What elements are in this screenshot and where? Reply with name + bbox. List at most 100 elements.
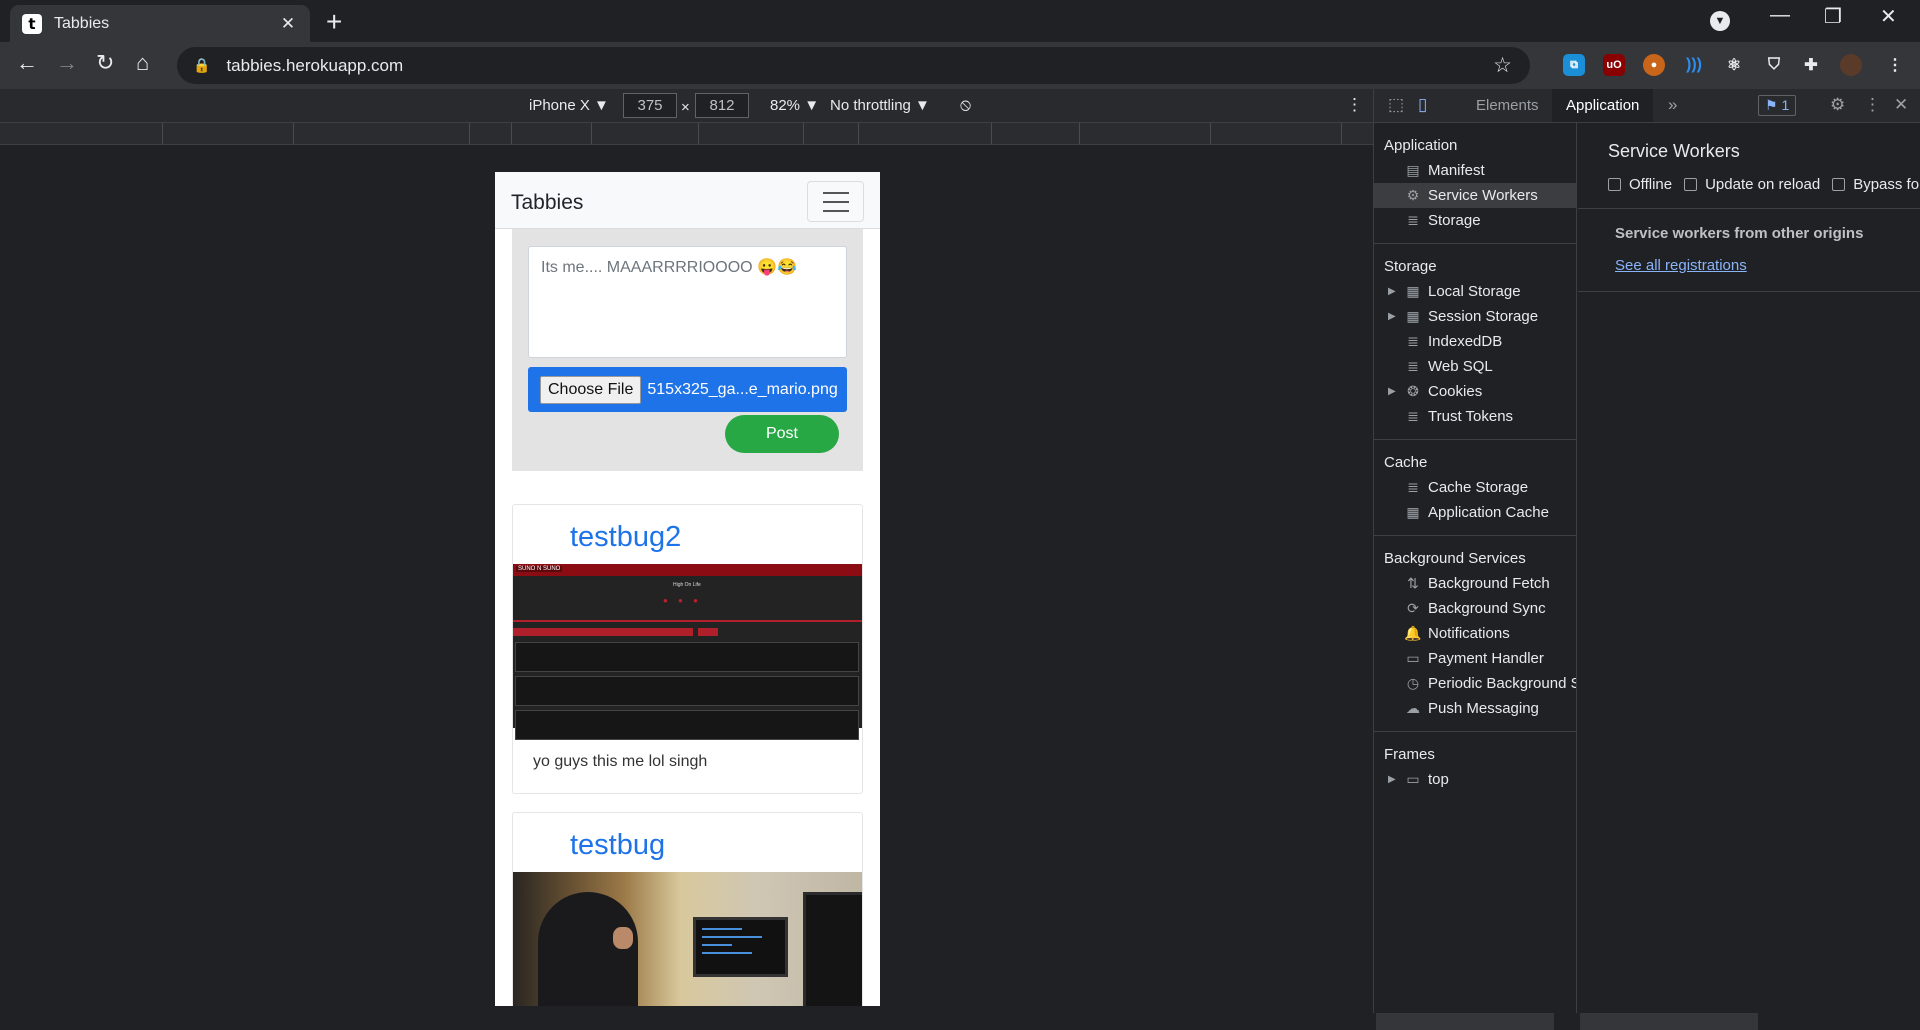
sidebar-item-cookies[interactable]: ▶ ❂ Cookies: [1374, 379, 1576, 404]
media-query-bar[interactable]: [0, 123, 1373, 145]
minimize-icon[interactable]: —: [1770, 4, 1790, 27]
extension-icon[interactable]: ●: [1643, 54, 1665, 76]
update-on-reload-checkbox[interactable]: Update on reload: [1684, 176, 1820, 193]
sidebar-item-service-workers[interactable]: ⚙ Service Workers: [1374, 183, 1576, 208]
more-options-icon[interactable]: ⋮: [1346, 95, 1363, 115]
post-username[interactable]: testbug2: [513, 505, 862, 564]
post-image: SUNO N SUNO High On Life ● ● ●: [513, 564, 862, 740]
application-sidebar: Application ▤ Manifest ⚙ Service Workers ≣…: [1373, 123, 1577, 1013]
post-composer: Its me.... MAAARRRRIOOOO 😛😂 Choose File …: [512, 229, 863, 471]
more-tabs-icon[interactable]: »: [1668, 95, 1677, 115]
panel-title: Service Workers: [1608, 141, 1740, 161]
bell-icon: 🔔: [1404, 625, 1422, 641]
database-icon: ≣: [1407, 333, 1419, 349]
settings-gear-icon[interactable]: ⚙: [1830, 95, 1845, 115]
sidebar-item-trust-tokens[interactable]: ≣ Trust Tokens: [1374, 404, 1576, 429]
tab-elements[interactable]: Elements: [1462, 89, 1553, 122]
reload-icon[interactable]: ↻: [96, 50, 114, 76]
expand-arrow-icon[interactable]: ▶: [1388, 304, 1396, 329]
device-width-input[interactable]: 375: [623, 93, 677, 118]
frame-icon: ▭: [1406, 771, 1420, 787]
device-select[interactable]: iPhone X ▼: [529, 97, 609, 114]
rotate-icon[interactable]: ⦸: [960, 95, 971, 115]
sidebar-item-payment-handler[interactable]: ▭ Payment Handler: [1374, 646, 1576, 671]
hamburger-menu-icon[interactable]: [807, 181, 864, 222]
url-text: tabbies.herokuapp.com: [226, 55, 404, 75]
sidebar-item-periodic-background-sync[interactable]: ◷ Periodic Background S: [1374, 671, 1576, 696]
device-viewport: Tabbies Its me.... MAAARRRRIOOOO 😛😂 Choo…: [495, 172, 880, 1006]
inspect-element-icon[interactable]: ⬚: [1388, 95, 1404, 115]
sidebar-item-background-fetch[interactable]: ⇅ Background Fetch: [1374, 571, 1576, 596]
device-toggle-icon[interactable]: ▯: [1418, 95, 1427, 115]
section-background-services: Background Services: [1384, 550, 1526, 567]
tab-title: Tabbies: [54, 14, 110, 32]
extensions-puzzle-icon[interactable]: ✚: [1800, 54, 1822, 76]
device-height-input[interactable]: 812: [695, 93, 749, 118]
credit-card-icon: ▭: [1406, 650, 1420, 666]
sidebar-item-web-sql[interactable]: ≣ Web SQL: [1374, 354, 1576, 379]
post-textarea[interactable]: Its me.... MAAARRRRIOOOO 😛😂: [528, 246, 847, 358]
close-tab-icon[interactable]: ✕: [278, 14, 298, 34]
browser-menu-icon[interactable]: ⋮: [1884, 54, 1906, 76]
sidebar-item-cache-storage[interactable]: ≣ Cache Storage: [1374, 475, 1576, 500]
issues-counter[interactable]: ⚑ 1: [1758, 95, 1797, 116]
sidebar-item-indexeddb[interactable]: ≣ IndexedDB: [1374, 329, 1576, 354]
selected-file-name: 515x325_ga...e_mario.png: [647, 380, 838, 398]
browser-tab[interactable]: t Tabbies ✕: [10, 5, 310, 42]
offline-checkbox[interactable]: Offline: [1608, 176, 1672, 193]
address-bar[interactable]: 🔒 tabbies.herokuapp.com ☆: [177, 47, 1530, 84]
home-icon[interactable]: ⌂: [136, 50, 149, 76]
image-header-text: SUNO N SUNO: [516, 566, 563, 572]
post-button[interactable]: Post: [725, 415, 839, 453]
sidebar-item-notifications[interactable]: 🔔 Notifications: [1374, 621, 1576, 646]
close-devtools-icon[interactable]: ✕: [1894, 95, 1908, 115]
shield-icon[interactable]: ⛉: [1763, 54, 1785, 76]
sidebar-item-background-sync[interactable]: ⟳ Background Sync: [1374, 596, 1576, 621]
back-icon[interactable]: ←: [16, 50, 38, 76]
section-cache: Cache: [1384, 454, 1428, 471]
table-icon: ▦: [1406, 308, 1420, 324]
sidebar-item-local-storage[interactable]: ▶ ▦ Local Storage: [1374, 279, 1576, 304]
extension-icon[interactable]: ))): [1683, 54, 1705, 76]
section-application: Application: [1384, 137, 1458, 154]
bookmark-star-icon[interactable]: ☆: [1493, 53, 1512, 78]
sidebar-item-application-cache[interactable]: ▦ Application Cache: [1374, 500, 1576, 525]
site-brand[interactable]: Tabbies: [511, 191, 583, 215]
see-all-registrations-link[interactable]: See all registrations: [1615, 257, 1747, 274]
cloud-icon: ☁: [1406, 700, 1420, 716]
fetch-arrows-icon: ⇅: [1407, 575, 1419, 591]
sidebar-item-manifest[interactable]: ▤ Manifest: [1374, 158, 1576, 183]
horizontal-scrollbar[interactable]: [1376, 1013, 1554, 1030]
devtools-menu-icon[interactable]: ⋮: [1864, 95, 1881, 115]
bypass-for-network-checkbox[interactable]: Bypass fo: [1832, 176, 1919, 193]
new-tab-icon[interactable]: +: [326, 6, 342, 38]
database-icon: ≣: [1407, 358, 1419, 374]
profile-avatar[interactable]: [1840, 54, 1862, 76]
throttling-select[interactable]: No throttling ▼: [830, 97, 930, 114]
browser-toolbar: ← → ↻ ⌂ 🔒 tabbies.herokuapp.com ☆ ⧉ uO ●…: [0, 42, 1920, 89]
sidebar-item-push-messaging[interactable]: ☁ Push Messaging: [1374, 696, 1576, 721]
service-workers-panel: Service Workers Offline Update on reload…: [1578, 123, 1920, 1013]
file-input[interactable]: Choose File 515x325_ga...e_mario.png: [528, 367, 847, 412]
database-icon: ≣: [1407, 479, 1419, 495]
sidebar-item-session-storage[interactable]: ▶ ▦ Session Storage: [1374, 304, 1576, 329]
tab-application[interactable]: Application: [1552, 89, 1654, 122]
restore-icon[interactable]: ❐: [1824, 4, 1842, 29]
tab-favicon: t: [22, 13, 42, 34]
expand-arrow-icon[interactable]: ▶: [1388, 279, 1396, 304]
extension-icon[interactable]: ⧉: [1563, 54, 1585, 76]
expand-arrow-icon[interactable]: ▶: [1388, 379, 1396, 404]
sidebar-item-frame-top[interactable]: ▶ ▭ top: [1374, 767, 1576, 792]
react-devtools-icon[interactable]: ⚛: [1723, 54, 1745, 76]
feed-content: Its me.... MAAARRRRIOOOO 😛😂 Choose File …: [495, 229, 880, 1006]
tab-search-icon[interactable]: ▼: [1710, 11, 1730, 31]
close-window-icon[interactable]: ✕: [1880, 4, 1897, 29]
ublock-icon[interactable]: uO: [1603, 54, 1625, 76]
horizontal-scrollbar[interactable]: [1580, 1013, 1758, 1030]
zoom-select[interactable]: 82% ▼: [770, 97, 819, 114]
choose-file-button[interactable]: Choose File: [540, 375, 642, 404]
forward-icon[interactable]: →: [56, 50, 78, 76]
sidebar-item-storage[interactable]: ≣ Storage: [1374, 208, 1576, 233]
expand-arrow-icon[interactable]: ▶: [1388, 767, 1396, 792]
post-username[interactable]: testbug: [513, 813, 862, 872]
